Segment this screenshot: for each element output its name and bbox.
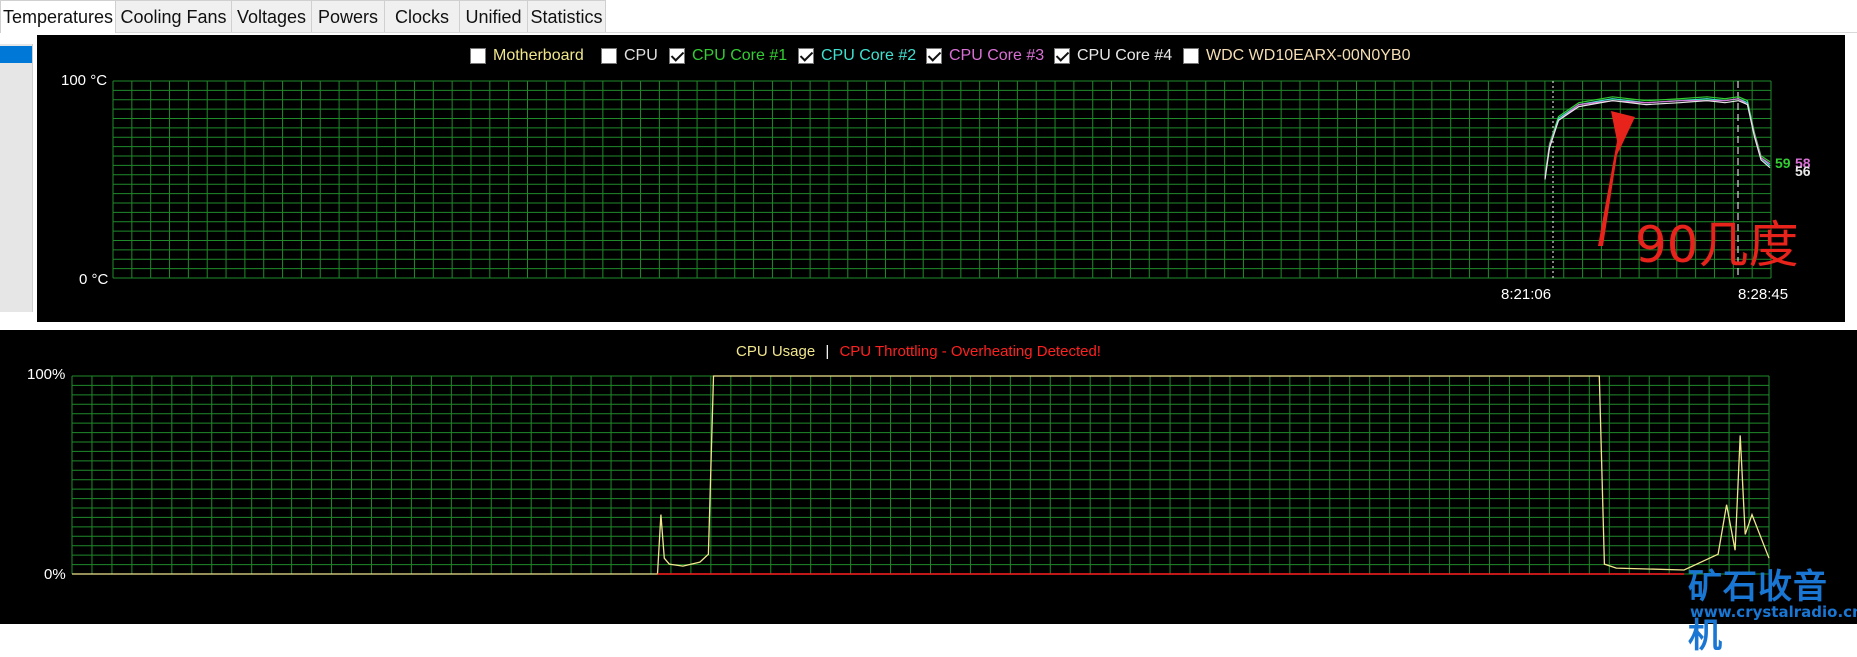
throttle-legend-label: CPU Throttling - Overheating Detected! <box>839 343 1101 360</box>
annotation-arrow-head <box>1611 111 1635 151</box>
sensor-list-scroll[interactable] <box>0 44 33 312</box>
usage-series-cpu-usage <box>72 375 1770 575</box>
usage-chart-panel: CPU Usage | CPU Throttling - Overheating… <box>0 330 1857 624</box>
temp-y-bottom-label: 0 °C <box>79 271 109 288</box>
usage-legend: CPU Usage | CPU Throttling - Overheating… <box>736 343 1101 360</box>
legend-checkbox-cpu[interactable] <box>601 48 617 64</box>
legend-label-cpu-core-2: CPU Core #2 <box>821 47 917 64</box>
watermark-url: www.crystalradio.cn <box>1690 603 1857 621</box>
usage-chart <box>71 375 1770 575</box>
sensor-list-selection[interactable] <box>0 46 32 63</box>
legend-label-motherboard: Motherboard <box>493 47 584 64</box>
tab-clocks[interactable]: Clocks <box>385 0 460 32</box>
usage-legend-label: CPU Usage <box>736 343 816 360</box>
temp-y-top-label: 100 °C <box>61 72 108 89</box>
tab-temperatures[interactable]: Temperatures <box>0 0 116 33</box>
tab-unified[interactable]: Unified <box>460 0 528 32</box>
usage-grid <box>71 375 1770 575</box>
time-label-start: 8:21:06 <box>1501 286 1552 303</box>
tab-cooling-fans[interactable]: Cooling Fans <box>116 0 232 32</box>
legend-checkbox-wdc[interactable] <box>1183 48 1199 64</box>
legend-checkbox-cpu-core-2[interactable] <box>798 48 814 64</box>
usage-y-top-label: 100% <box>27 366 66 383</box>
tab-voltages[interactable]: Voltages <box>232 0 312 32</box>
end-value-core-1: 59 <box>1775 155 1791 171</box>
tab-bar: Temperatures Cooling Fans Voltages Power… <box>0 0 1857 33</box>
temp-grid <box>112 80 1772 279</box>
annotation-text: 90几度 <box>1635 216 1799 274</box>
legend-checkbox-cpu-core-3[interactable] <box>926 48 942 64</box>
legend-checkbox-cpu-core-4[interactable] <box>1054 48 1070 64</box>
legend-label-cpu-core-4: CPU Core #4 <box>1077 47 1173 64</box>
temperature-chart <box>112 80 1772 279</box>
usage-legend-separator: | <box>825 343 830 360</box>
end-value-core-4: 56 <box>1795 163 1811 179</box>
annotation-arrow <box>1598 119 1633 246</box>
legend-label-wdc: WDC WD10EARX-00N0YB0 <box>1206 47 1411 64</box>
legend-label-cpu-core-1: CPU Core #1 <box>692 47 788 64</box>
temperature-chart-panel: Motherboard CPU CPU Core #1 CPU Core #2 … <box>37 35 1845 322</box>
legend-label-cpu-core-3: CPU Core #3 <box>949 47 1045 64</box>
usage-y-bottom-label: 0% <box>44 566 66 583</box>
tab-powers[interactable]: Powers <box>312 0 385 32</box>
tab-statistics[interactable]: Statistics <box>528 0 606 32</box>
time-label-end: 8:28:45 <box>1738 286 1789 303</box>
legend-checkbox-motherboard[interactable] <box>470 48 486 64</box>
legend-checkbox-cpu-core-1[interactable] <box>669 48 685 64</box>
legend-label-cpu: CPU <box>624 47 658 64</box>
